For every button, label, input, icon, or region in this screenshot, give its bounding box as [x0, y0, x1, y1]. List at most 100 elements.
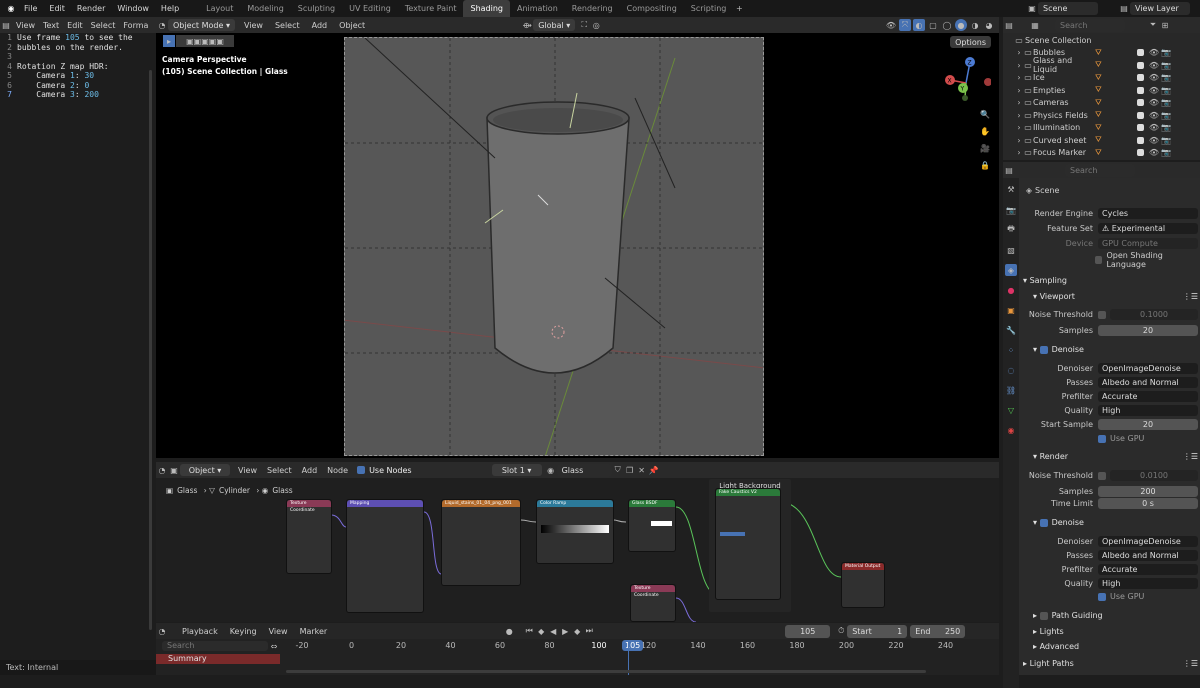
outliner-item-focus-marker[interactable]: › ▭ Focus Marker ⛛ 👁 📷: [1003, 147, 1200, 160]
eye-icon[interactable]: 👁: [1148, 134, 1160, 146]
view-layer-selector[interactable]: View Layer: [1130, 2, 1190, 15]
visibility-icon[interactable]: 👁: [885, 19, 897, 31]
vp-denoise-checkbox[interactable]: [1039, 345, 1048, 354]
transform-orientation-selector[interactable]: Global ▾: [533, 19, 576, 31]
exclude-checkbox[interactable]: [1137, 49, 1144, 57]
texture-coordinate-node[interactable]: Texture Coordinate: [286, 499, 332, 574]
slot-selector[interactable]: Slot 1 ▾: [491, 464, 542, 476]
outliner-item-curved-sheet[interactable]: › ▭ Curved sheet ⛛ 👁 📷: [1003, 134, 1200, 147]
material-name-field[interactable]: Glass: [556, 463, 612, 477]
overlay-icon[interactable]: ◐: [913, 19, 925, 31]
exclude-checkbox[interactable]: [1137, 111, 1144, 119]
timeline-menu-keying[interactable]: Keying: [224, 627, 263, 636]
select-tool-icon[interactable]: ▸: [163, 35, 175, 47]
expand-arrow-icon[interactable]: ›: [1015, 97, 1023, 109]
eye-icon[interactable]: 👁: [1148, 59, 1160, 71]
tab-sculpting[interactable]: Sculpting: [291, 0, 342, 17]
gizmo-icon[interactable]: ⤧: [899, 19, 911, 31]
code-text[interactable]: Camera 2: 0: [17, 81, 89, 91]
expand-arrow-icon[interactable]: ›: [1015, 147, 1023, 159]
light-paths-list-icon[interactable]: ⋮☰: [1183, 659, 1198, 668]
render-engine-dropdown[interactable]: Cycles: [1098, 208, 1198, 219]
data-tab-icon[interactable]: ▽: [1005, 404, 1017, 416]
light-paths-panel[interactable]: ▸ Light Paths ⋮☰: [1023, 657, 1198, 670]
r-passes-dropdown[interactable]: Albedo and Normal: [1098, 550, 1198, 561]
use-nodes-checkbox[interactable]: [357, 466, 366, 474]
expand-arrow-icon[interactable]: ›: [1015, 72, 1023, 84]
feature-set-dropdown[interactable]: ⚠ Experimental: [1098, 223, 1198, 234]
properties-type-icon[interactable]: ▤: [1003, 164, 1015, 176]
node-editor[interactable]: ▣ Glass › ▽ Cylinder › ◉ Glass Texture Coor…: [156, 462, 999, 622]
vp-denoiser-dropdown[interactable]: OpenImageDenoise: [1098, 363, 1198, 374]
r-prefilter-dropdown[interactable]: Accurate: [1098, 564, 1198, 575]
render-camera-icon[interactable]: 📷: [1160, 59, 1172, 71]
tab-texture-paint[interactable]: Texture Paint: [398, 0, 464, 17]
material-tab-icon[interactable]: ◉: [1005, 424, 1017, 436]
new-collection-icon[interactable]: ⊞: [1159, 19, 1171, 31]
scene-selector[interactable]: Scene: [1038, 2, 1098, 15]
advanced-subpanel[interactable]: ▸ Advanced: [1023, 640, 1198, 653]
wireframe-shading-icon[interactable]: ◯: [941, 19, 953, 31]
view-layer-tab-icon[interactable]: ▧: [1005, 244, 1017, 256]
glass-color-swatch[interactable]: [651, 521, 672, 526]
eye-icon[interactable]: 👁: [1148, 122, 1160, 134]
viewport-nav-buttons[interactable]: 🔍 ✋ 🎥 🔒: [979, 108, 991, 171]
end-frame-field[interactable]: End 250: [910, 624, 966, 638]
node-menu-view[interactable]: View: [233, 466, 262, 475]
node-menu-add[interactable]: Add: [297, 466, 323, 475]
code-text[interactable]: Rotation Z map HDR:: [17, 62, 109, 72]
object-tab-icon[interactable]: ▣: [1005, 304, 1017, 316]
output-tab-icon[interactable]: 🖶: [1005, 224, 1017, 236]
vp-gpu-checkbox[interactable]: [1098, 434, 1106, 443]
shader-type-selector[interactable]: Object ▾: [180, 464, 230, 476]
tab-layout[interactable]: Layout: [199, 0, 240, 17]
eye-icon[interactable]: 👁: [1148, 97, 1160, 109]
vp-noise-field[interactable]: 0.1000: [1110, 309, 1198, 320]
unlink-material-icon[interactable]: ✕: [636, 464, 648, 476]
r-gpu-checkbox[interactable]: [1098, 592, 1106, 601]
node-editor-type-icon[interactable]: ◔: [156, 464, 168, 476]
render-subpanel[interactable]: ▾ Render ⋮☰: [1023, 450, 1198, 463]
tab-modeling[interactable]: Modeling: [240, 0, 290, 17]
text-editor-scrollbar[interactable]: [149, 70, 152, 630]
menu-help[interactable]: Help: [155, 4, 185, 13]
xray-icon[interactable]: ▢: [927, 19, 939, 31]
timeline-type-icon[interactable]: ◔: [156, 625, 168, 637]
r-denoise-subpanel[interactable]: ▾ Denoise: [1023, 516, 1198, 529]
caustics-slider-blue[interactable]: [720, 532, 745, 536]
tab-animation[interactable]: Animation: [510, 0, 565, 17]
text-menu-view[interactable]: View: [12, 21, 39, 30]
osl-checkbox[interactable]: [1095, 255, 1103, 264]
exclude-checkbox[interactable]: [1137, 61, 1144, 69]
time-limit-field[interactable]: 0 s: [1098, 498, 1198, 509]
keyframe-record-icon[interactable]: ●: [503, 625, 515, 637]
editor-type-icon[interactable]: ▤: [0, 19, 12, 31]
material-output-node[interactable]: Material Output: [841, 562, 885, 608]
add-workspace-icon[interactable]: +: [733, 3, 745, 15]
eye-icon[interactable]: 👁: [1148, 84, 1160, 96]
expand-arrow-icon[interactable]: ›: [1015, 84, 1023, 96]
osl-row[interactable]: Open Shading Language: [1023, 251, 1198, 269]
outliner-item-cameras[interactable]: › ▭ Cameras ⛛ 👁 📷: [1003, 97, 1200, 110]
exclude-checkbox[interactable]: [1137, 124, 1144, 132]
node-menu-select[interactable]: Select: [262, 466, 297, 475]
play-icon[interactable]: ▶: [559, 625, 571, 637]
scene-icon[interactable]: ▣: [1026, 3, 1038, 15]
node-menu-node[interactable]: Node: [322, 466, 353, 475]
expand-arrow-icon[interactable]: ›: [1015, 122, 1023, 134]
image-texture-node[interactable]: Liquid_stains_01_04_png_001: [441, 499, 521, 586]
render-camera-icon[interactable]: 📷: [1160, 147, 1172, 159]
outliner-item-ice[interactable]: › ▭ Ice ⛛ 👁 📷: [1003, 72, 1200, 85]
expand-arrow-icon[interactable]: ›: [1015, 59, 1023, 71]
tab-compositing[interactable]: Compositing: [620, 0, 684, 17]
exclude-checkbox[interactable]: [1137, 99, 1144, 107]
render-camera-icon[interactable]: 📷: [1160, 97, 1172, 109]
select-box-icon[interactable]: ▣▣▣▣▣: [176, 35, 234, 47]
pan-hand-icon[interactable]: ✋: [979, 125, 991, 137]
tab-scripting[interactable]: Scripting: [684, 0, 734, 17]
navigation-gizmo[interactable]: Z X Y: [941, 53, 992, 113]
tab-rendering[interactable]: Rendering: [565, 0, 620, 17]
current-frame-field[interactable]: 105: [785, 624, 831, 638]
device-dropdown[interactable]: GPU Compute: [1098, 238, 1198, 249]
exclude-checkbox[interactable]: [1137, 149, 1144, 157]
